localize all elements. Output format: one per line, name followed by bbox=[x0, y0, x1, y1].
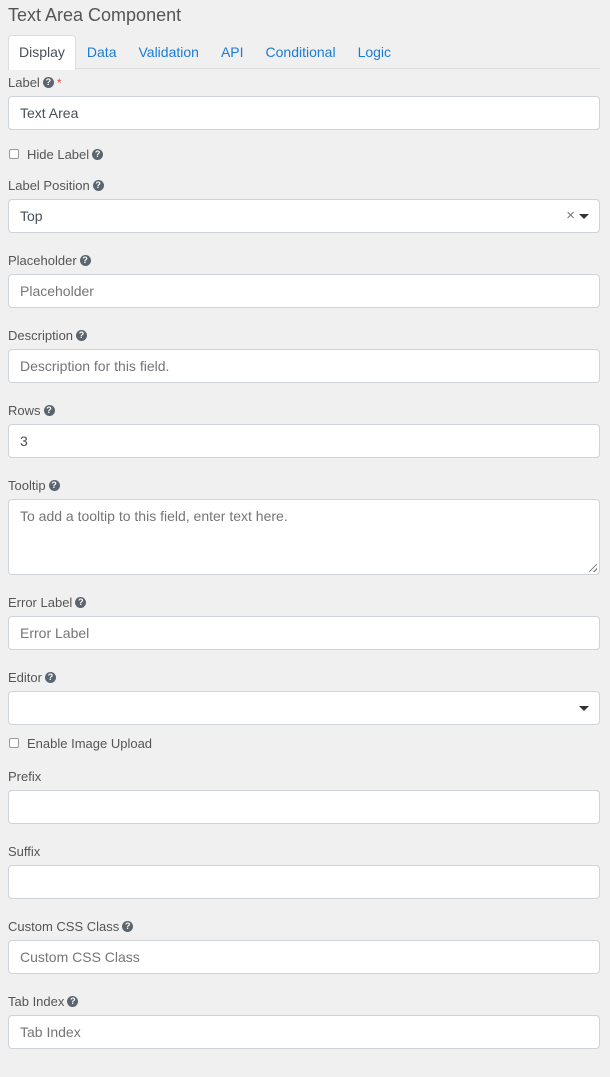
tab-api[interactable]: API bbox=[210, 35, 255, 68]
placeholder-label: Placeholder ? bbox=[8, 247, 600, 274]
resize-handle-icon[interactable] bbox=[589, 564, 597, 572]
component-settings-panel: Text Area Component Display Data Validat… bbox=[0, 0, 610, 1049]
tab-index-input[interactable]: Tab Index bbox=[8, 1015, 600, 1049]
description-input[interactable]: Description for this field. bbox=[8, 349, 600, 383]
help-icon[interactable]: ? bbox=[79, 255, 91, 266]
page-title: Text Area Component bbox=[8, 5, 182, 25]
tab-display[interactable]: Display bbox=[8, 35, 76, 70]
help-icon[interactable]: ? bbox=[122, 921, 134, 932]
label-position-label: Label Position ? bbox=[8, 172, 600, 199]
custom-css-class-label: Custom CSS Class ? bbox=[8, 913, 600, 940]
enable-image-upload-checkbox-row[interactable]: Enable Image Upload bbox=[8, 733, 600, 753]
chevron-down-icon[interactable] bbox=[579, 706, 589, 711]
help-icon[interactable]: ? bbox=[48, 480, 60, 491]
rows-label: Rows ? bbox=[8, 397, 600, 424]
prefix-label: Prefix bbox=[8, 769, 42, 784]
custom-css-class-input[interactable]: Custom CSS Class bbox=[8, 940, 600, 974]
tooltip-label: Tooltip ? bbox=[8, 472, 600, 499]
suffix-label: Suffix bbox=[8, 844, 41, 859]
description-label: Description ? bbox=[8, 322, 600, 349]
tab-validation[interactable]: Validation bbox=[127, 35, 209, 68]
clear-icon[interactable]: × bbox=[566, 200, 575, 232]
tab-logic[interactable]: Logic bbox=[347, 35, 402, 68]
label-field-label: Label ? * bbox=[8, 75, 62, 90]
help-icon[interactable]: ? bbox=[42, 77, 54, 88]
rows-input[interactable]: 3 bbox=[8, 424, 600, 458]
tab-index-label: Tab Index ? bbox=[8, 988, 600, 1015]
help-icon[interactable]: ? bbox=[76, 330, 88, 341]
help-icon[interactable]: ? bbox=[67, 996, 79, 1007]
tab-data[interactable]: Data bbox=[76, 35, 128, 68]
hide-label-checkbox-row[interactable]: Hide Label ? bbox=[8, 144, 600, 164]
tab-bar: Display Data Validation API Conditional … bbox=[8, 35, 600, 70]
help-icon[interactable]: ? bbox=[44, 672, 56, 683]
error-label-input[interactable]: Error Label bbox=[8, 616, 600, 650]
editor-label: Editor ? bbox=[8, 664, 600, 691]
suffix-input[interactable] bbox=[8, 865, 600, 899]
help-icon[interactable]: ? bbox=[75, 597, 87, 608]
placeholder-input[interactable]: Placeholder bbox=[8, 274, 600, 308]
label-position-select[interactable]: Top × bbox=[8, 199, 600, 233]
chevron-down-icon[interactable] bbox=[579, 214, 589, 219]
help-icon[interactable]: ? bbox=[92, 180, 104, 191]
hide-label-checkbox[interactable] bbox=[9, 149, 19, 159]
enable-image-upload-checkbox[interactable] bbox=[9, 738, 19, 748]
label-input[interactable]: Text Area bbox=[8, 96, 600, 130]
editor-select[interactable] bbox=[8, 691, 600, 725]
help-icon[interactable]: ? bbox=[92, 148, 104, 160]
tooltip-textarea[interactable]: To add a tooltip to this field, enter te… bbox=[8, 499, 600, 575]
tab-conditional[interactable]: Conditional bbox=[255, 35, 347, 68]
error-label-label: Error Label ? bbox=[8, 589, 600, 616]
help-icon[interactable]: ? bbox=[43, 405, 55, 416]
prefix-input[interactable] bbox=[8, 790, 600, 824]
required-icon: * bbox=[56, 75, 62, 90]
